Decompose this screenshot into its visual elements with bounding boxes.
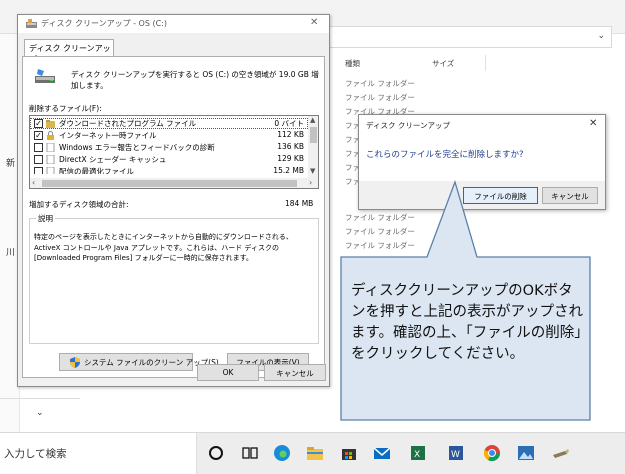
lock-icon (47, 131, 54, 140)
task-view-icon[interactable] (240, 443, 260, 463)
checkbox[interactable] (34, 155, 43, 164)
svg-text:W: W (451, 450, 460, 460)
file-size: 0 バイト (274, 119, 304, 128)
cleanup-system-files-button[interactable]: システム ファイルのクリーン アップ(S) (59, 353, 219, 371)
scrollbar-thumb[interactable] (42, 180, 297, 187)
intro-text: ディスク クリーンアップを実行すると OS (C:) の空き領域が 19.0 G… (71, 70, 319, 90)
search-placeholder: 入力して検索 (4, 448, 67, 460)
file-name: DirectX シェーダー キャッシュ (59, 155, 167, 164)
svg-text:X: X (414, 450, 420, 460)
scrollbar-thumb[interactable] (310, 127, 317, 143)
file-row[interactable]: ✓ インターネット一時ファイル 112 KB (30, 130, 308, 141)
list-item[interactable]: ファイル フォルダー (345, 78, 415, 89)
document-icon (46, 155, 55, 164)
total-space-value: 184 MB (285, 199, 314, 208)
file-size: 136 KB (277, 142, 304, 151)
document-icon (46, 143, 55, 152)
nav-pane-edge-text: 新 (6, 159, 16, 169)
checkbox[interactable]: ✓ (34, 119, 43, 128)
file-name: インターネット一時ファイル (59, 131, 157, 140)
chevron-right-icon[interactable]: › (309, 178, 312, 187)
cortana-icon[interactable] (206, 443, 226, 463)
tab-panel: ディスク クリーンアップを実行すると OS (C:) の空き領域が 19.0 G… (22, 56, 325, 378)
file-size: 15.2 MB (273, 166, 304, 174)
checkbox[interactable]: ✓ (34, 131, 43, 140)
tab-disk-cleanup[interactable]: ディスク クリーンアップ (24, 39, 114, 64)
taskbar: 入力して検索 X W (0, 432, 625, 474)
disk-cleanup-icon (26, 19, 37, 28)
column-headers: 種類 サイズ (345, 55, 615, 72)
chrome-icon[interactable] (482, 443, 502, 463)
vertical-scrollbar[interactable]: ▲ ▼ (308, 116, 318, 178)
button-label: キャンセル (276, 369, 314, 378)
close-icon[interactable]: ✕ (310, 17, 318, 28)
checkbox[interactable] (34, 167, 43, 174)
description-group: 説明 特定のページを表示したときにインターネットから自動的にダウンロードされる、… (29, 213, 319, 344)
dialog-title: ディスク クリーンアップ (366, 121, 450, 130)
callout-text: ディスククリーンアップのOKボタンを押すと上記の表示がアップされます。確認の上、… (351, 283, 583, 362)
mail-icon[interactable] (372, 443, 392, 463)
dialog-titlebar[interactable]: ディスク クリーンアップ - OS (C:) ✕ (18, 15, 329, 33)
file-row[interactable]: DirectX シェーダー キャッシュ 129 KB (30, 154, 308, 165)
file-size: 129 KB (277, 154, 304, 163)
taskbar-search-box[interactable]: 入力して検索 (0, 433, 197, 474)
list-item[interactable]: ファイル フォルダー (345, 92, 415, 103)
description-text: 特定のページを表示したときにインターネットから自動的にダウンロードされる、Act… (34, 233, 293, 262)
chevron-left-icon[interactable]: ‹ (32, 178, 35, 187)
confirm-message: これらのファイルを完全に削除しますか? (366, 150, 524, 160)
folder-icon (46, 120, 55, 128)
column-separator (485, 55, 486, 71)
file-size: 112 KB (277, 130, 304, 139)
photos-icon[interactable] (516, 443, 536, 463)
file-row[interactable]: Windows エラー報告とフィードバックの診断 136 KB (30, 142, 308, 153)
files-to-delete-label: 削除するファイル(F): (29, 104, 102, 113)
chevron-down-icon[interactable]: ⌄ (597, 31, 605, 41)
file-name: 配信の最適化ファイル (59, 167, 134, 174)
button-label: OK (222, 368, 234, 377)
file-name: Windows エラー報告とフィードバックの診断 (59, 143, 215, 152)
chevron-up-icon[interactable]: ▲ (310, 116, 315, 124)
file-name: ダウンロードされたプログラム ファイル (59, 119, 197, 128)
excel-icon[interactable]: X (408, 443, 428, 463)
edge-icon[interactable] (272, 443, 292, 463)
document-icon (46, 167, 55, 174)
shield-icon (70, 357, 80, 368)
file-explorer-icon[interactable] (305, 443, 325, 463)
drive-icon (35, 69, 55, 83)
disk-cleanup-dialog: ディスク クリーンアップ - OS (C:) ✕ ディスク クリーンアップ ディ… (17, 14, 330, 387)
file-row[interactable]: 配信の最適化ファイル 15.2 MB (30, 166, 308, 174)
address-bar[interactable]: ⌄ (318, 26, 612, 48)
checkbox[interactable] (34, 143, 43, 152)
cancel-button[interactable]: キャンセル (264, 364, 326, 381)
chevron-down-icon[interactable]: ⌄ (36, 408, 44, 418)
description-label: 説明 (36, 213, 55, 224)
chevron-down-icon[interactable]: ▼ (310, 167, 315, 175)
store-icon[interactable] (339, 443, 359, 463)
ok-button[interactable]: OK (197, 364, 259, 381)
nav-pane-edge-text: 川 (6, 248, 16, 258)
file-list[interactable]: ✓ ダウンロードされたプログラム ファイル 0 バイト ✓ インターネット一時フ… (29, 115, 319, 189)
column-header-type[interactable]: 種類 (345, 58, 360, 69)
file-row[interactable]: ✓ ダウンロードされたプログラム ファイル 0 バイト (30, 118, 308, 129)
word-icon[interactable]: W (446, 443, 466, 463)
total-space-label: 増加するディスク領域の合計: (29, 200, 129, 209)
horizontal-scrollbar[interactable]: ‹ › (30, 178, 318, 188)
column-header-size[interactable]: サイズ (432, 58, 454, 69)
close-icon[interactable]: ✕ (589, 118, 597, 129)
app-icon[interactable] (550, 443, 570, 463)
dialog-title: ディスク クリーンアップ - OS (C:) (41, 19, 167, 28)
